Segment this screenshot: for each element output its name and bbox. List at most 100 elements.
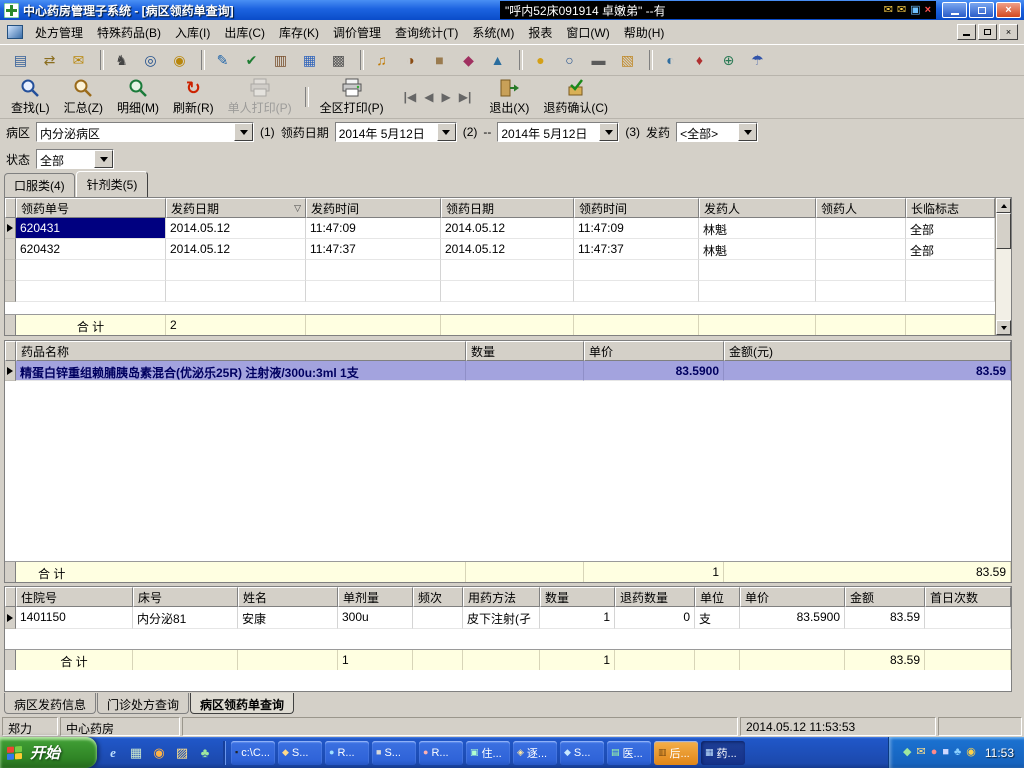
col-amount[interactable]: 金额 (845, 587, 925, 607)
bell-icon[interactable]: ♫ (369, 48, 394, 72)
mdi-minimize-button[interactable] (957, 24, 976, 40)
scrollbar-thumb[interactable] (996, 213, 1011, 249)
money-bag-icon[interactable]: ◉ (167, 48, 192, 72)
scroll-up-button[interactable] (996, 198, 1011, 213)
menu-system[interactable]: 系统(M) (465, 20, 521, 45)
task-button[interactable]: ● R... (325, 740, 369, 765)
menu-help[interactable]: 帮助(H) (617, 20, 672, 45)
mdi-close-button[interactable]: × (999, 24, 1018, 40)
date-from-combobox[interactable]: 2014年 5月12日 (334, 122, 457, 142)
task-button[interactable]: ◈ 逐... (513, 740, 557, 765)
cards-icon[interactable]: ♦ (687, 48, 712, 72)
task-button[interactable]: ◆ S... (560, 740, 604, 765)
dropdown-arrow-icon[interactable] (234, 123, 254, 141)
search-icon[interactable]: ○ (557, 48, 582, 72)
menu-special-drugs[interactable]: 特殊药品(B) (90, 20, 168, 45)
tab-injection[interactable]: 针剂类(5) (75, 171, 149, 197)
dropdown-arrow-icon[interactable] (738, 123, 758, 141)
col-return-quantity[interactable]: 退药数量 (615, 587, 695, 607)
col-pickup-date[interactable]: 领药日期 (441, 198, 574, 218)
col-dispense-date[interactable]: 发药日期 ▽ (166, 198, 306, 218)
dropdown-arrow-icon[interactable] (436, 123, 456, 141)
menu-query-stats[interactable]: 查询统计(T) (388, 20, 465, 45)
tab-ward-dispense-info[interactable]: 病区发药信息 (4, 693, 97, 714)
vertical-scrollbar[interactable] (995, 198, 1011, 335)
folder-icon[interactable]: ▨ (173, 744, 191, 762)
tab-outpatient-prescription-query[interactable]: 门诊处方查询 (97, 693, 190, 714)
menu-inbound[interactable]: 入库(I) (168, 20, 217, 45)
task-button[interactable]: ▤ 医... (607, 740, 651, 765)
col-first-day-times[interactable]: 首日次数 (925, 587, 1011, 607)
task-button[interactable]: ▣ 住... (466, 740, 510, 765)
col-dispenser[interactable]: 发药人 (699, 198, 816, 218)
col-drug-name[interactable]: 药品名称 (16, 341, 466, 361)
table-row[interactable]: 1401150 内分泌81 安康 300u 皮下注射(孑 1 0 支 83.59… (5, 607, 1011, 629)
menu-reports[interactable]: 报表 (521, 20, 559, 45)
task-button-alert[interactable]: ▥ 后... (654, 740, 698, 765)
last-record-button[interactable]: ▶| (459, 90, 472, 104)
col-longterm-flag[interactable]: 长临标志 (906, 198, 995, 218)
col-admission-no[interactable]: 住院号 (16, 587, 133, 607)
transport-icon[interactable]: ♞ (109, 48, 134, 72)
col-unit[interactable]: 单位 (695, 587, 740, 607)
table-row[interactable]: 620432 2014.05.12 11:47:37 2014.05.12 11… (5, 239, 995, 260)
binoculars-icon[interactable]: ◎ (138, 48, 163, 72)
print-preview-icon[interactable]: ▤ (8, 48, 33, 72)
gift-icon[interactable]: ◆ (456, 48, 481, 72)
task-button[interactable]: ◆ S... (278, 740, 322, 765)
restore-button[interactable] (969, 2, 994, 18)
chart-icon[interactable]: ▲ (485, 48, 510, 72)
summary-button[interactable]: 汇总(Z) (58, 77, 109, 117)
tab-ward-requisition-query[interactable]: 病区领药单查询 (190, 693, 295, 714)
next-record-button[interactable]: ▶ (442, 90, 451, 104)
col-single-dose[interactable]: 单剂量 (338, 587, 413, 607)
umbrella-icon[interactable]: ☂ (745, 48, 770, 72)
attach-icon[interactable]: ⊕ (716, 48, 741, 72)
print-single-button[interactable]: 单人打印(P) (222, 77, 298, 117)
prev-record-button[interactable]: ◀ (424, 90, 433, 104)
dispense-combobox[interactable]: <全部> (676, 122, 759, 142)
col-quantity[interactable]: 数量 (466, 341, 584, 361)
mail-alert-icon[interactable]: ✉ (884, 4, 893, 16)
col-receiver[interactable]: 领药人 (816, 198, 906, 218)
dropdown-arrow-icon[interactable] (599, 123, 619, 141)
tray-update-icon[interactable]: ◉ (966, 747, 976, 758)
task-button[interactable]: ● R... (419, 740, 463, 765)
col-quantity[interactable]: 数量 (540, 587, 615, 607)
ledger-icon[interactable]: ▥ (268, 48, 293, 72)
table-icon[interactable]: ▩ (326, 48, 351, 72)
status-combobox[interactable]: 全部 (36, 149, 115, 169)
task-button[interactable]: ■ S... (372, 740, 416, 765)
first-record-button[interactable]: |◀ (404, 90, 417, 104)
col-bed-no[interactable]: 床号 (133, 587, 238, 607)
col-frequency[interactable]: 频次 (413, 587, 463, 607)
scales-icon[interactable]: ⇄ (37, 48, 62, 72)
col-requisition-no[interactable]: 领药单号 (16, 198, 166, 218)
menu-window[interactable]: 窗口(W) (559, 20, 616, 45)
col-pickup-time[interactable]: 领药时间 (574, 198, 699, 218)
menu-price-adjust[interactable]: 调价管理 (326, 20, 388, 45)
tray-mail-icon[interactable]: ✉ (917, 747, 926, 758)
col-dispense-time[interactable]: 发药时间 (306, 198, 441, 218)
exit-button[interactable]: 退出(X) (483, 77, 535, 117)
scroll-down-button[interactable] (996, 320, 1011, 335)
close-button[interactable]: × (996, 2, 1021, 18)
col-unit-price[interactable]: 单价 (584, 341, 724, 361)
tray-volume-icon[interactable]: ■ (942, 747, 949, 758)
desktop-icon[interactable]: ▦ (127, 744, 145, 762)
col-unit-price[interactable]: 单价 (740, 587, 845, 607)
menu-outbound[interactable]: 出库(C) (217, 20, 272, 45)
package-icon[interactable]: ■ (427, 48, 452, 72)
table-row[interactable]: 精蛋白锌重组赖脯胰岛素混合(优泌乐25R) 注射液/300u:3ml 1支 83… (5, 361, 1011, 381)
refresh-button[interactable]: ↻ 刷新(R) (167, 77, 220, 117)
messenger-icon[interactable]: ♣ (196, 744, 214, 762)
start-button[interactable]: 开始 (0, 737, 97, 768)
col-route[interactable]: 用药方法 (463, 587, 540, 607)
media-player-icon[interactable]: ◉ (150, 744, 168, 762)
tab-oral[interactable]: 口服类(4) (4, 173, 75, 197)
dropdown-arrow-icon[interactable] (94, 150, 114, 168)
error-alert-icon[interactable]: × (925, 4, 931, 16)
mail-alert-icon[interactable]: ✉ (897, 4, 906, 16)
printer-icon[interactable]: ▬ (586, 48, 611, 72)
mail-check-icon[interactable]: ✉ (66, 48, 91, 72)
